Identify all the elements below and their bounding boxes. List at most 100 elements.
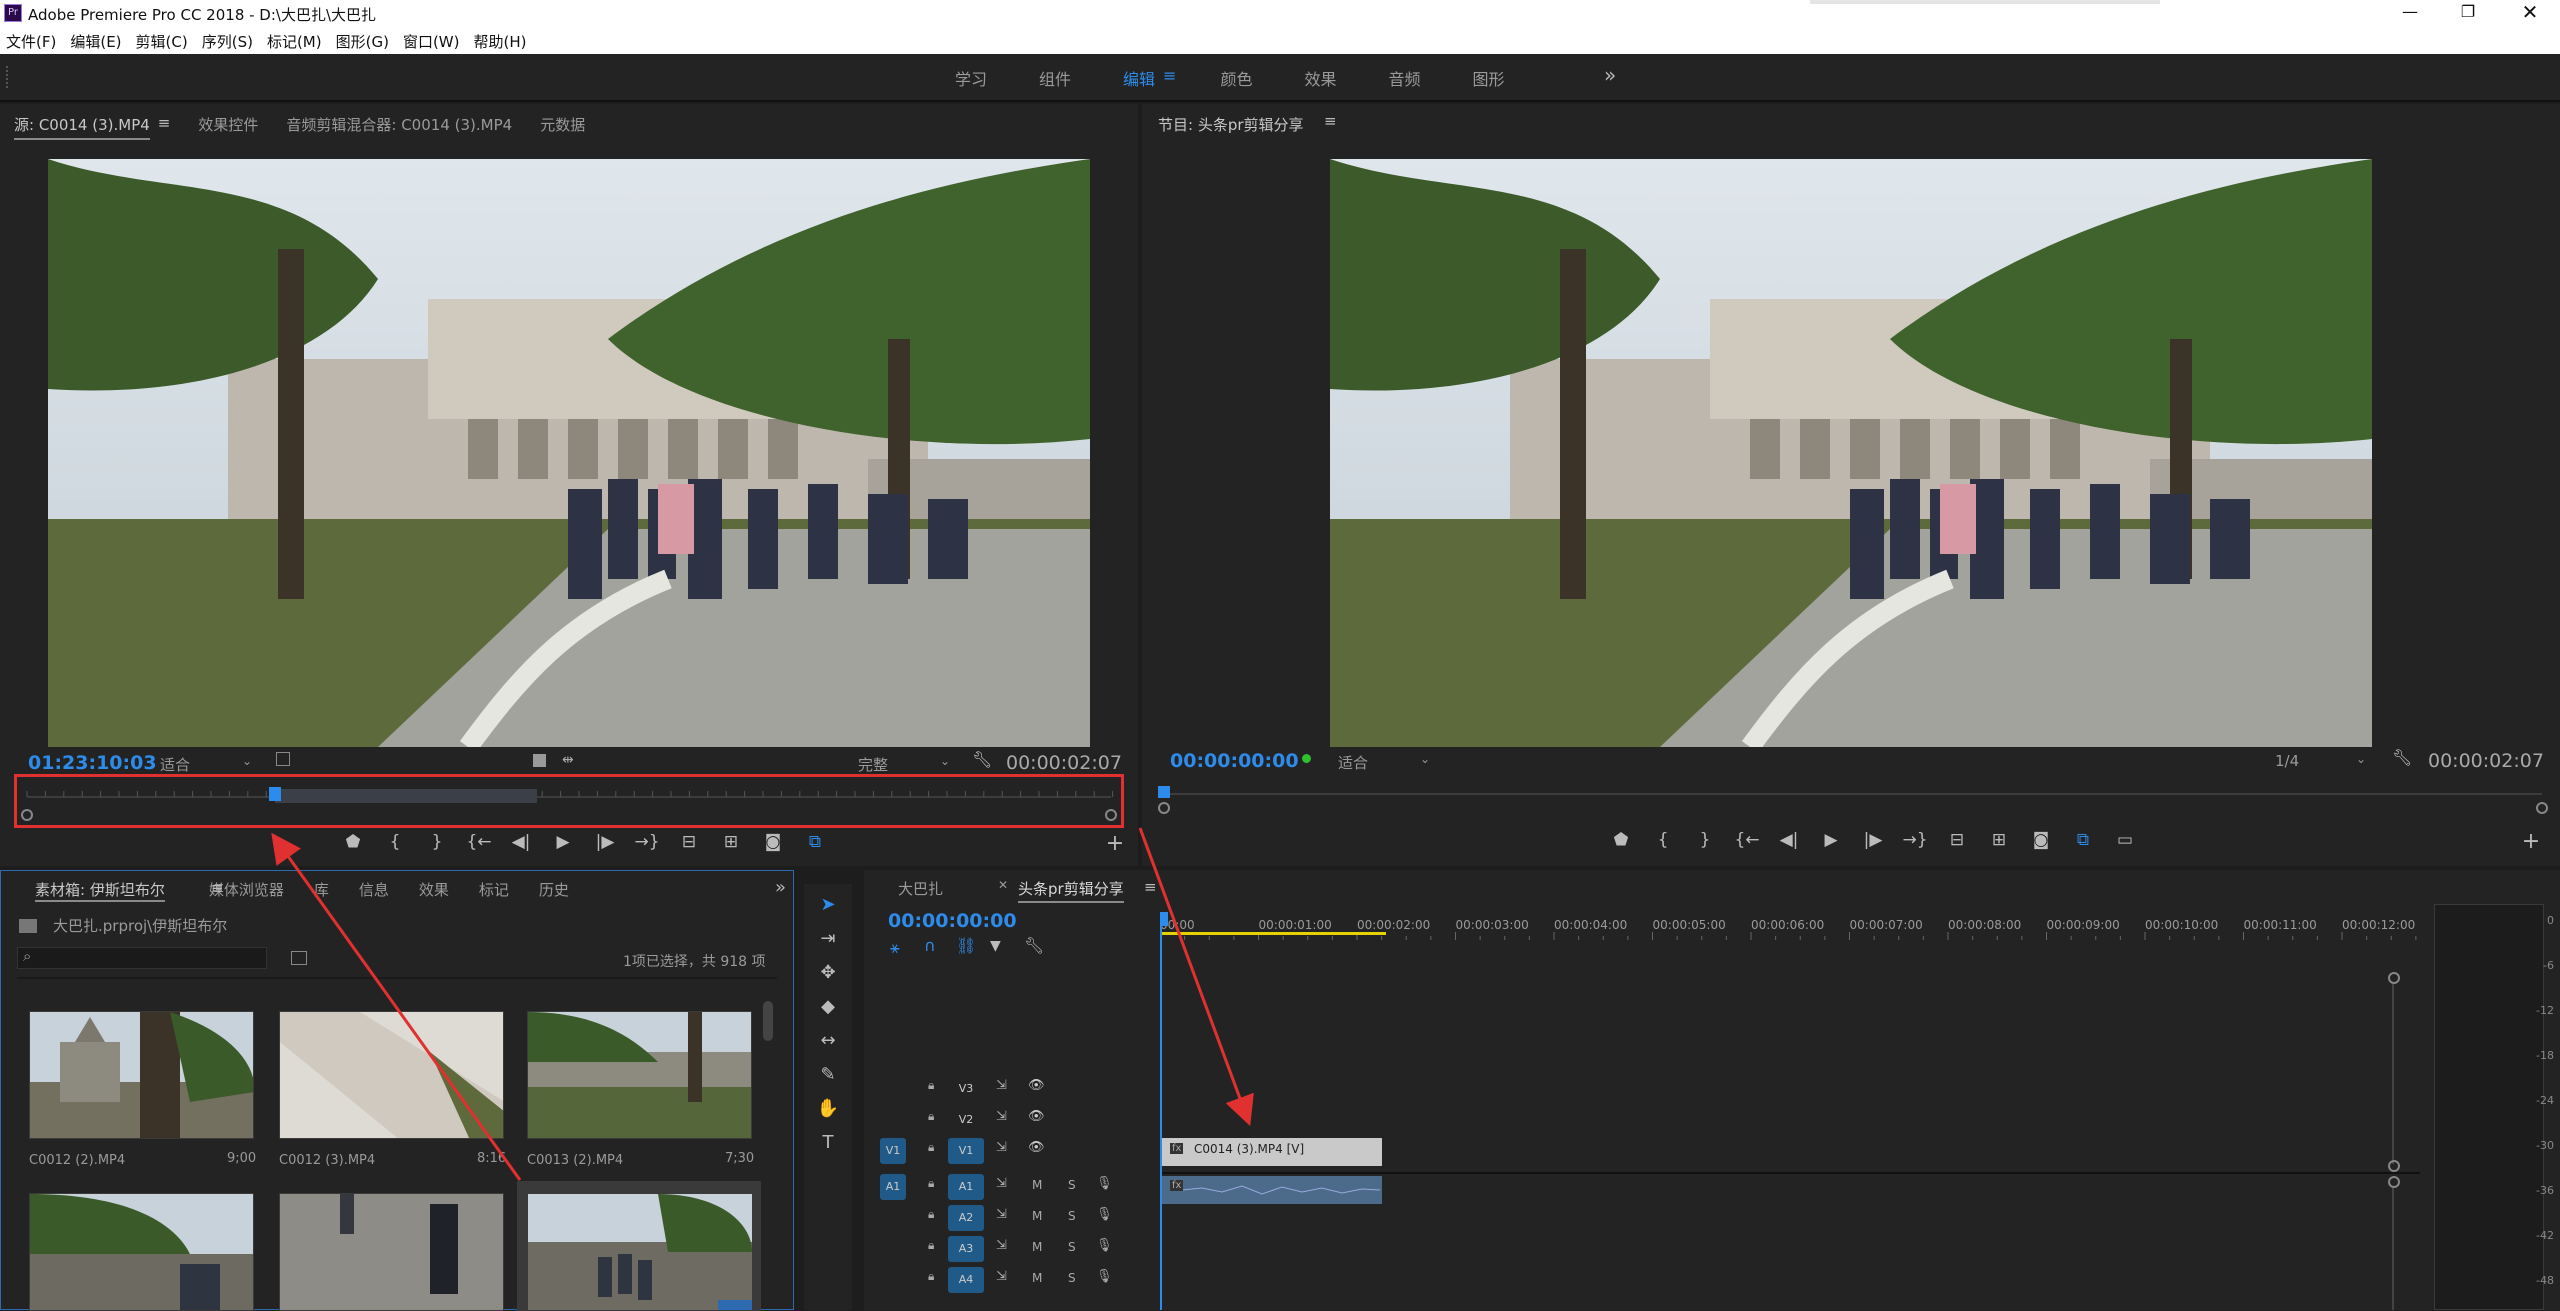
track-target[interactable]: A1 [948, 1174, 984, 1200]
mark-in-icon[interactable]: { [380, 832, 410, 852]
panel-menu-icon[interactable]: ≡ [158, 114, 171, 140]
project-tab-active[interactable]: 素材箱: 伊斯坦布尔 [35, 879, 165, 902]
add-marker-icon[interactable]: ⬟ [338, 832, 368, 852]
timeline-v-scroll[interactable] [2388, 972, 2400, 984]
wrench-icon[interactable]: 🔧︎ [972, 750, 992, 769]
lock-icon[interactable]: 🔒︎ [928, 1207, 934, 1222]
nest-icon[interactable]: ⚹ [890, 938, 900, 958]
step-back-icon[interactable]: ◀| [1774, 830, 1804, 850]
project-scrollbar[interactable] [763, 1001, 773, 1041]
add-marker-icon[interactable]: ▼ [990, 938, 1001, 954]
sync-lock-icon[interactable]: ⇲ [996, 1109, 1007, 1124]
lock-icon[interactable]: 🔒︎ [928, 1238, 934, 1253]
razor-tool-icon[interactable]: ◆ [813, 992, 843, 1022]
selection-tool-icon[interactable]: ➤ [813, 890, 843, 920]
wrench-icon[interactable]: 🔧︎ [2392, 748, 2412, 767]
go-to-out-icon[interactable]: →} [632, 832, 662, 852]
menu-item[interactable]: 文件(F) [6, 31, 56, 52]
solo-button[interactable]: S [1068, 1209, 1076, 1223]
source-tab[interactable]: 音频剪辑混合器: C0014 (3).MP4 [286, 114, 512, 140]
clip-thumbnail[interactable] [527, 1011, 752, 1139]
audio-clip[interactable]: fx [1162, 1176, 1382, 1204]
menu-item[interactable]: 编辑(E) [70, 31, 121, 52]
sync-lock-icon[interactable]: ⇲ [996, 1078, 1007, 1093]
clip-thumbnail[interactable] [29, 1193, 254, 1311]
overwrite-icon[interactable]: ⊞ [716, 832, 746, 852]
play-icon[interactable]: ▶ [548, 832, 578, 852]
clip-thumbnail-selected[interactable] [517, 1181, 761, 1311]
sync-lock-icon[interactable]: ⇲ [996, 1207, 1007, 1222]
menu-item[interactable]: 窗口(W) [403, 31, 460, 52]
microphone-icon[interactable]: 🎙︎ [1096, 1238, 1113, 1253]
project-search-input[interactable] [17, 947, 267, 969]
menu-item[interactable]: 帮助(H) [473, 31, 526, 52]
lock-icon[interactable]: 🔒︎ [928, 1078, 934, 1093]
work-area-bar[interactable] [1160, 932, 1386, 935]
track-target[interactable]: A4 [948, 1267, 984, 1293]
eye-icon[interactable]: 👁︎ [1028, 1078, 1045, 1093]
program-add-button-icon[interactable]: + [2516, 829, 2546, 854]
mark-out-icon[interactable]: } [422, 832, 452, 852]
program-tab[interactable]: 节目: 头条pr剪辑分享 [1158, 114, 1304, 135]
source-timecode[interactable]: 01:23:10:03 [28, 752, 157, 774]
comparison-view-icon[interactable]: ▭ [2110, 830, 2140, 850]
menu-item[interactable]: 标记(M) [267, 31, 322, 52]
go-to-in-icon[interactable]: {← [464, 832, 494, 852]
lock-icon[interactable]: 🔒︎ [928, 1269, 934, 1284]
export-frame-small-icon[interactable] [533, 754, 546, 767]
panel-menu-icon[interactable]: ≡ [211, 879, 224, 897]
insert-icon[interactable]: ⊟ [1942, 830, 1972, 850]
track-target[interactable]: V1 [948, 1138, 984, 1164]
sync-lock-icon[interactable]: ⇲ [996, 1176, 1007, 1191]
timeline-v-scroll[interactable] [2388, 1176, 2400, 1188]
eye-icon[interactable]: 👁︎ [1028, 1140, 1045, 1155]
chevron-down-icon[interactable]: ⌄ [2356, 752, 2366, 766]
solo-button[interactable]: S [1068, 1240, 1076, 1254]
play-icon[interactable]: ▶ [1816, 830, 1846, 850]
workspace-tab[interactable]: 组件 [1039, 66, 1071, 90]
track-target[interactable]: A3 [948, 1236, 984, 1262]
menu-item[interactable]: 图形(G) [336, 31, 389, 52]
project-tab[interactable]: 历史 [539, 879, 569, 902]
workspace-tab[interactable]: 学习 [955, 66, 987, 90]
mute-button[interactable]: M [1032, 1240, 1042, 1254]
program-timecode[interactable]: 00:00:00:00 [1170, 750, 1299, 772]
source-playhead[interactable] [269, 787, 281, 801]
menu-item[interactable]: 序列(S) [202, 31, 253, 52]
source-tab[interactable]: 效果控件 [198, 114, 258, 140]
close-icon[interactable]: ✕ [998, 878, 1008, 892]
program-fit-dropdown[interactable]: 适合 [1338, 752, 1368, 773]
step-forward-icon[interactable]: |▶ [1858, 830, 1888, 850]
workspace-more-button[interactable]: » [1604, 63, 1616, 87]
workspace-tab[interactable]: 编辑 [1123, 66, 1155, 90]
close-icon[interactable]: ✕ [2520, 0, 2540, 24]
export-frame-icon[interactable]: ◙ [2026, 830, 2056, 850]
step-back-icon[interactable]: ◀| [506, 832, 536, 852]
project-tab[interactable]: 库 [314, 879, 329, 902]
workspace-tab[interactable]: 图形 [1473, 66, 1505, 90]
clip-thumbnail[interactable] [279, 1011, 504, 1139]
project-tab[interactable]: 效果 [419, 879, 449, 902]
source-fit-dropdown[interactable]: 适合 [160, 754, 190, 775]
chevron-down-icon[interactable]: ⌄ [1420, 752, 1430, 766]
source-time-ruler[interactable] [14, 774, 1124, 828]
new-search-bin-icon[interactable] [291, 951, 307, 965]
lock-icon[interactable]: 🔒︎ [928, 1176, 934, 1191]
timeline-tab[interactable]: 大巴扎 [898, 878, 943, 899]
timeline-v-scroll-end[interactable] [2388, 1160, 2400, 1172]
hand-tool-icon[interactable]: ✋ [813, 1094, 843, 1124]
source-patch[interactable]: V1 [880, 1138, 906, 1164]
program-time-ruler[interactable] [1158, 784, 2548, 814]
overwrite-icon[interactable]: ⊞ [1984, 830, 2014, 850]
type-tool-icon[interactable]: T [813, 1128, 843, 1158]
eye-icon[interactable]: 👁︎ [1028, 1109, 1045, 1124]
panel-menu-icon[interactable]: ≡ [1324, 112, 1337, 130]
sync-lock-icon[interactable]: ⇲ [996, 1140, 1007, 1155]
panel-menu-icon[interactable]: ≡ [1144, 878, 1157, 896]
microphone-icon[interactable]: 🎙︎ [1096, 1269, 1113, 1284]
timeline-tab-active[interactable]: 头条pr剪辑分享 [1018, 878, 1124, 903]
program-resolution-dropdown[interactable]: 1/4 [2275, 752, 2299, 770]
mute-button[interactable]: M [1032, 1209, 1042, 1223]
linked-selection-icon[interactable]: ⛓ [956, 936, 976, 955]
source-tab[interactable]: 元数据 [540, 114, 585, 140]
